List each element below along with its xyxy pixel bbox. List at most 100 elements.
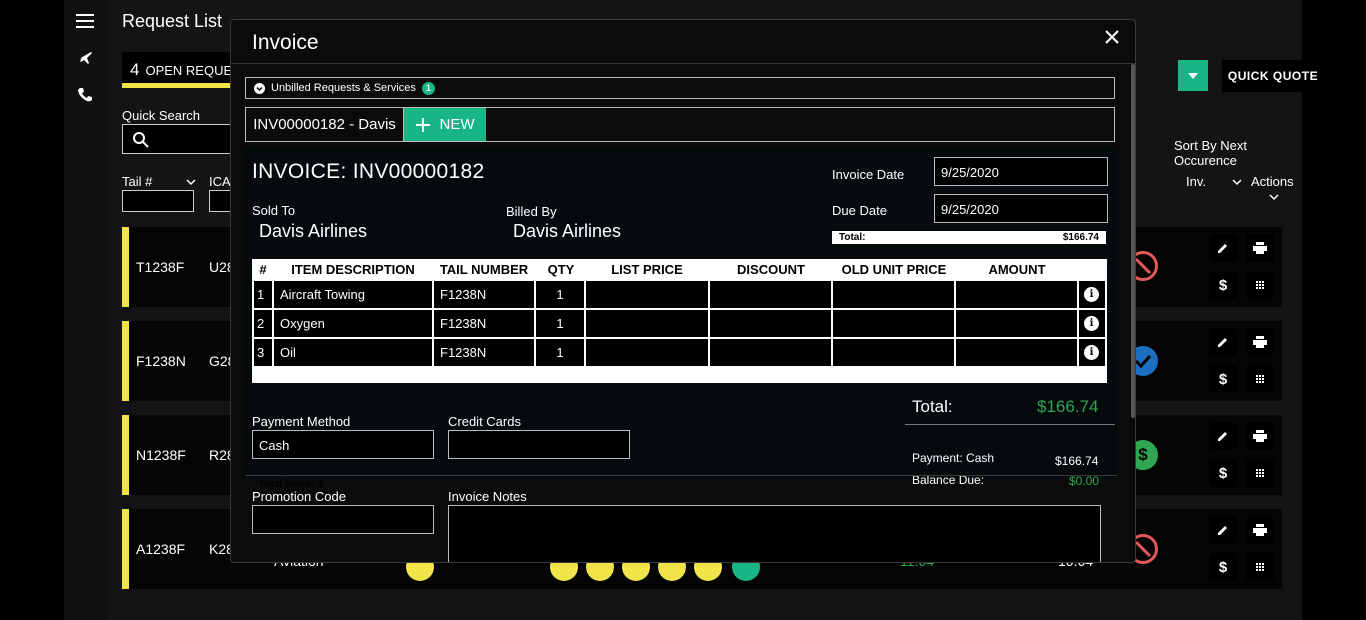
cell-qty[interactable]: 1 <box>536 310 584 337</box>
cell-list-price <box>586 310 708 337</box>
promotion-code-input[interactable] <box>252 505 434 534</box>
grid-icon[interactable] <box>1246 553 1274 581</box>
print-icon[interactable] <box>1246 234 1274 262</box>
grid-icon[interactable] <box>1246 271 1274 299</box>
column-header: # <box>259 262 267 277</box>
sort-toggle-label[interactable]: Sort By Next Occurence <box>1174 138 1302 168</box>
chevron-down-icon <box>1269 194 1279 201</box>
plus-icon <box>415 117 430 132</box>
cell-qty[interactable]: 1 <box>536 339 584 366</box>
invoice-modal: Invoice Unbilled Requests & Services 1 I… <box>230 19 1136 563</box>
print-icon[interactable] <box>1246 516 1274 544</box>
column-header: DISCOUNT <box>737 262 805 277</box>
row-status-bar <box>122 227 129 307</box>
due-date-field[interactable]: 9/25/2020 <box>934 194 1108 223</box>
cell-info: i <box>1079 281 1105 308</box>
invoice-notes-label: Invoice Notes <box>448 489 527 504</box>
column-header-inv-label: Inv. <box>1186 174 1206 189</box>
summary-divider <box>905 424 1115 425</box>
total-strip: Total: $166.74 <box>832 231 1106 244</box>
sold-to-value: Davis Airlines <box>259 221 368 241</box>
phone-icon[interactable] <box>70 80 100 110</box>
cell-discount[interactable] <box>710 310 831 337</box>
column-header-inv[interactable]: Inv. <box>1186 174 1242 189</box>
airplane-icon[interactable] <box>70 42 100 72</box>
promotion-code-label: Promotion Code <box>252 489 346 504</box>
dollar-icon[interactable]: $ <box>1209 365 1237 393</box>
new-invoice-button[interactable]: NEW <box>404 108 486 141</box>
credit-cards-select[interactable] <box>448 430 630 459</box>
credit-cards-label: Credit Cards <box>448 414 521 429</box>
payment-summary-value: $166.74 <box>1055 454 1099 468</box>
modal-title: Invoice <box>252 31 319 54</box>
cell-num: 3 <box>254 339 272 366</box>
cell-amount <box>956 339 1077 366</box>
page-title: Request List <box>122 11 223 31</box>
cell-old-unit-price <box>833 281 954 308</box>
edit-icon[interactable] <box>1209 516 1237 544</box>
cell-tail: F1238N <box>434 339 534 366</box>
quick-search-input[interactable] <box>122 124 242 154</box>
column-header-actions[interactable]: Actions <box>1251 174 1302 204</box>
edit-icon[interactable] <box>1209 234 1237 262</box>
row-tail-number: N1238F <box>136 447 186 463</box>
row-status-bar <box>122 415 129 495</box>
close-icon[interactable] <box>1105 30 1125 50</box>
collapse-toggle-icon <box>254 82 265 94</box>
summary-total-value: $166.74 <box>1037 397 1099 416</box>
column-header-tail[interactable]: Tail # <box>122 174 196 189</box>
quick-quote-button[interactable]: QUICK QUOTE <box>1222 60 1324 92</box>
dollar-icon[interactable]: $ <box>1209 459 1237 487</box>
column-header: TAIL NUMBER <box>439 262 529 277</box>
grid-icon[interactable] <box>1246 365 1274 393</box>
billed-by-value: Davis Airlines <box>513 221 622 241</box>
row-status-bar <box>122 509 129 589</box>
info-icon[interactable]: i <box>1084 316 1099 331</box>
unbilled-requests-toggle[interactable]: Unbilled Requests & Services 1 <box>245 77 1115 99</box>
edit-icon[interactable] <box>1209 328 1237 356</box>
dollar-icon[interactable]: $ <box>1209 553 1237 581</box>
payment-method-select[interactable]: Cash <box>252 430 434 459</box>
search-icon <box>133 132 149 148</box>
chevron-down-icon <box>1232 179 1242 186</box>
cell-amount <box>956 310 1077 337</box>
payment-summary-label: Payment: Cash <box>912 451 995 465</box>
modal-header-divider <box>231 63 1135 64</box>
cell-description: Oxygen <box>274 310 432 337</box>
invoice-notes-textarea[interactable] <box>448 505 1101 562</box>
dropdown-button[interactable] <box>1178 60 1208 91</box>
info-icon[interactable]: i <box>1084 345 1099 360</box>
cell-list-price <box>586 281 708 308</box>
tab-invoice[interactable]: INV00000182 - Davis <box>246 108 404 141</box>
print-icon[interactable] <box>1246 328 1274 356</box>
invoice-date-label: Invoice Date <box>832 167 905 182</box>
row-tail-number: A1238F <box>136 541 186 557</box>
tail-filter-input[interactable] <box>122 190 194 212</box>
summary-total-label: Total: <box>912 397 953 416</box>
modal-scrollbar[interactable] <box>1131 64 1135 418</box>
edit-icon[interactable] <box>1209 422 1237 450</box>
cell-old-unit-price <box>833 310 954 337</box>
column-header-tail-label: Tail # <box>122 174 153 189</box>
sold-to-label: Sold To <box>252 203 296 218</box>
due-date-label: Due Date <box>832 203 887 218</box>
print-icon[interactable] <box>1246 422 1274 450</box>
cell-discount[interactable] <box>710 339 831 366</box>
line-items-table: # ITEM DESCRIPTION TAIL NUMBER QTY LIST … <box>252 259 1107 490</box>
invoice-date-field[interactable]: 9/25/2020 <box>934 157 1108 186</box>
cell-qty[interactable]: 1 <box>536 281 584 308</box>
cell-num: 1 <box>254 281 272 308</box>
caret-down-icon <box>1188 72 1198 79</box>
cell-list-price <box>586 339 708 366</box>
cell-old-unit-price <box>833 339 954 366</box>
menu-icon[interactable] <box>70 6 100 36</box>
invoice-tabs: INV00000182 - Davis NEW <box>245 107 1115 142</box>
cell-description: Aircraft Towing <box>274 281 432 308</box>
cell-info: i <box>1079 339 1105 366</box>
info-icon[interactable]: i <box>1084 287 1099 302</box>
grid-icon[interactable] <box>1246 459 1274 487</box>
cell-amount <box>956 281 1077 308</box>
cell-discount[interactable] <box>710 281 831 308</box>
column-header: LIST PRICE <box>611 262 683 277</box>
dollar-icon[interactable]: $ <box>1209 271 1237 299</box>
